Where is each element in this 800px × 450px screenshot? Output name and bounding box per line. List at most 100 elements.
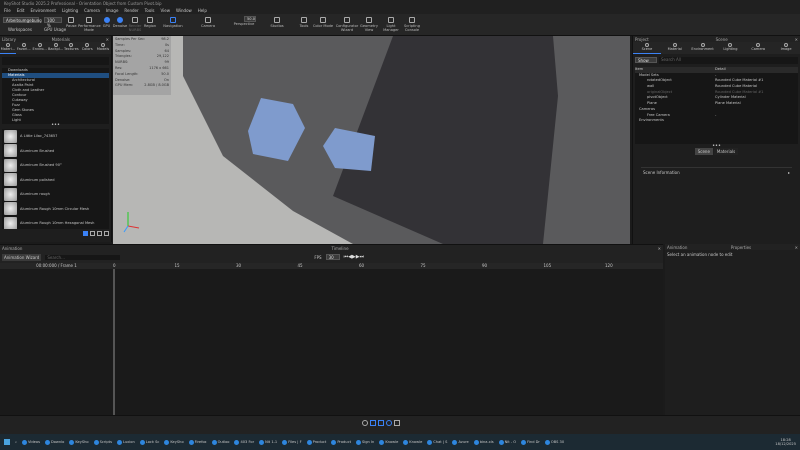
playback-controls[interactable]: ⏮◀▶▶⏭: [344, 254, 365, 260]
taskbar-item[interactable]: Nit 1-1: [259, 439, 277, 445]
scene-information-section[interactable]: Scene Information ▸: [641, 167, 792, 177]
taskbar-item[interactable]: Scripts: [93, 439, 112, 445]
material-thumbnail: [4, 144, 17, 158]
show-filter[interactable]: Show: [635, 57, 657, 63]
taskbar-item[interactable]: Knowle: [403, 439, 422, 445]
project-tab[interactable]: Lighting: [716, 42, 744, 54]
search-icon[interactable]: ⌕: [15, 440, 17, 444]
start-icon[interactable]: [4, 439, 10, 445]
taskbar-item[interactable]: KeySho: [69, 439, 89, 445]
tab-scene[interactable]: Scene: [694, 148, 713, 155]
taskbar-item[interactable]: Find Dr: [521, 439, 540, 445]
configurator-wizard-button[interactable]: Configurator Wizard: [334, 16, 360, 35]
fps-select[interactable]: 30: [325, 254, 340, 260]
close-icon[interactable]: ✕: [106, 37, 109, 42]
denoise-button[interactable]: Denoise: [112, 16, 128, 35]
list-view-icon[interactable]: [90, 231, 95, 236]
tab-materials[interactable]: Materials: [713, 148, 739, 155]
workspace-select[interactable]: Arbeitsumgebung: [3, 17, 42, 23]
project-tab[interactable]: Camera: [744, 42, 772, 54]
taskbar-item[interactable]: Nit - O: [498, 439, 516, 445]
taskbar-item[interactable]: KeySho: [164, 439, 184, 445]
material-item[interactable]: Aluminum Rough 10mm Hexagonal Mesh: [2, 216, 109, 229]
library-tab[interactable]: Favori...: [16, 42, 32, 54]
library-search-input[interactable]: [2, 57, 109, 65]
focal-length-field[interactable]: 50.0: [244, 16, 256, 22]
performance-mode-button[interactable]: Performance Mode: [78, 16, 101, 35]
taskbar-item[interactable]: Downlo: [44, 439, 64, 445]
close-icon[interactable]: ✕: [658, 246, 661, 251]
zoom-select[interactable]: 100 %: [44, 17, 62, 28]
render-nurbs-button[interactable]: Render NURBS: [128, 16, 142, 35]
gpu-button[interactable]: GPU: [102, 16, 111, 35]
close-icon[interactable]: ✕: [795, 245, 798, 250]
animation-wizard-button[interactable]: Animation Wizard: [2, 253, 42, 261]
library-tab[interactable]: Models: [95, 42, 111, 54]
perspective-button[interactable]: 50.0 Perspective: [230, 16, 258, 35]
timeline-ruler[interactable]: 0153045607590105120135: [113, 263, 674, 269]
thumbnail-view-icon[interactable]: [83, 231, 88, 236]
library-tab[interactable]: Backpl...: [48, 42, 64, 54]
studios-button[interactable]: Studios: [262, 16, 292, 35]
taskbar-item[interactable]: Chat | S: [427, 439, 447, 445]
project-tab[interactable]: Image: [772, 42, 800, 54]
taskbar-item[interactable]: OBS 30: [544, 439, 564, 445]
render-viewport[interactable]: Samples Per Sec: 98.2 Time: 0s Samples: 64 Tri…: [113, 36, 630, 244]
taskbar-item[interactable]: bina.xls: [473, 439, 494, 445]
taskbar-item[interactable]: Videos: [22, 439, 40, 445]
taskbar-item[interactable]: Lock Sc: [139, 439, 159, 445]
properties-tab[interactable]: Properties: [731, 245, 751, 250]
render-icon[interactable]: [386, 420, 392, 426]
animation-search-input[interactable]: Search...: [45, 254, 121, 260]
geometry-view-button[interactable]: Geometry View: [360, 16, 378, 35]
library-tab[interactable]: Enviro...: [32, 42, 48, 54]
library-tab[interactable]: Textures: [63, 42, 79, 54]
project-tab[interactable]: Scene: [633, 42, 661, 54]
project-tab[interactable]: Environment: [689, 42, 717, 54]
clock-date[interactable]: 18/12/2025: [775, 442, 796, 446]
book-icon[interactable]: [370, 420, 376, 426]
taskbar-item[interactable]: Sign In: [355, 439, 374, 445]
stat-row: GPU Mem: 2.8GB / 8.0GB: [115, 83, 169, 88]
playhead[interactable]: [113, 269, 115, 416]
taskbar: ⌕ Videos Downlo KeySho Scripts Luxion Lock Sc…: [0, 434, 800, 450]
library-tab[interactable]: Materi...: [0, 42, 16, 54]
pause-button[interactable]: Pause: [66, 16, 77, 35]
cloud-icon[interactable]: [362, 420, 368, 426]
material-item[interactable]: Aluminum Rough 10mm Circular Mesh: [2, 202, 109, 217]
monitor-icon[interactable]: [378, 420, 384, 426]
detail-view-icon[interactable]: [97, 231, 102, 236]
animation-panel: Animation Timeline ✕ Animation Wizard Sear…: [0, 244, 674, 416]
navigation-button[interactable]: Navigation: [160, 16, 186, 35]
close-icon[interactable]: ✕: [795, 37, 798, 42]
taskbar-item[interactable]: Files | F: [282, 439, 302, 445]
tick-label: 15: [174, 263, 180, 268]
scripting-console-button[interactable]: Scripting Console: [402, 16, 422, 35]
taskbar-item[interactable]: 403 For: [234, 439, 254, 445]
material-item[interactable]: Aluminum rough: [2, 187, 109, 202]
light-manager-button[interactable]: Light Manager: [380, 16, 402, 35]
material-item[interactable]: Aluminum Brushed: [2, 144, 109, 159]
scene-row[interactable]: Environments: [635, 118, 798, 124]
animation-tab[interactable]: Animation: [667, 245, 687, 250]
taskbar-item[interactable]: Knowle: [379, 439, 398, 445]
grid-view-icon[interactable]: [104, 231, 109, 236]
scene-search-input[interactable]: Search All: [659, 57, 798, 64]
taskbar-item[interactable]: Firefox: [188, 439, 207, 445]
region-button[interactable]: Region: [143, 16, 157, 35]
share-icon[interactable]: [394, 420, 400, 426]
material-item[interactable]: Aluminum polished: [2, 173, 109, 188]
color-mode-button[interactable]: Color Mode: [312, 16, 334, 35]
taskbar-item[interactable]: Azure: [452, 439, 469, 445]
taskbar-item[interactable]: Outloo: [211, 439, 229, 445]
library-tab[interactable]: Colors: [79, 42, 95, 54]
camera-button[interactable]: Camera: [195, 16, 221, 35]
material-item[interactable]: Aluminum Brushed 90°: [2, 158, 109, 173]
material-item[interactable]: A Little Lilac_743657: [2, 129, 109, 144]
tools-button[interactable]: Tools: [298, 16, 310, 35]
taskbar-item[interactable]: Product: [331, 439, 351, 445]
project-title: Project: [635, 37, 649, 42]
taskbar-item[interactable]: Product: [306, 439, 326, 445]
taskbar-item[interactable]: Luxion: [116, 439, 135, 445]
project-tab[interactable]: Material: [661, 42, 689, 54]
